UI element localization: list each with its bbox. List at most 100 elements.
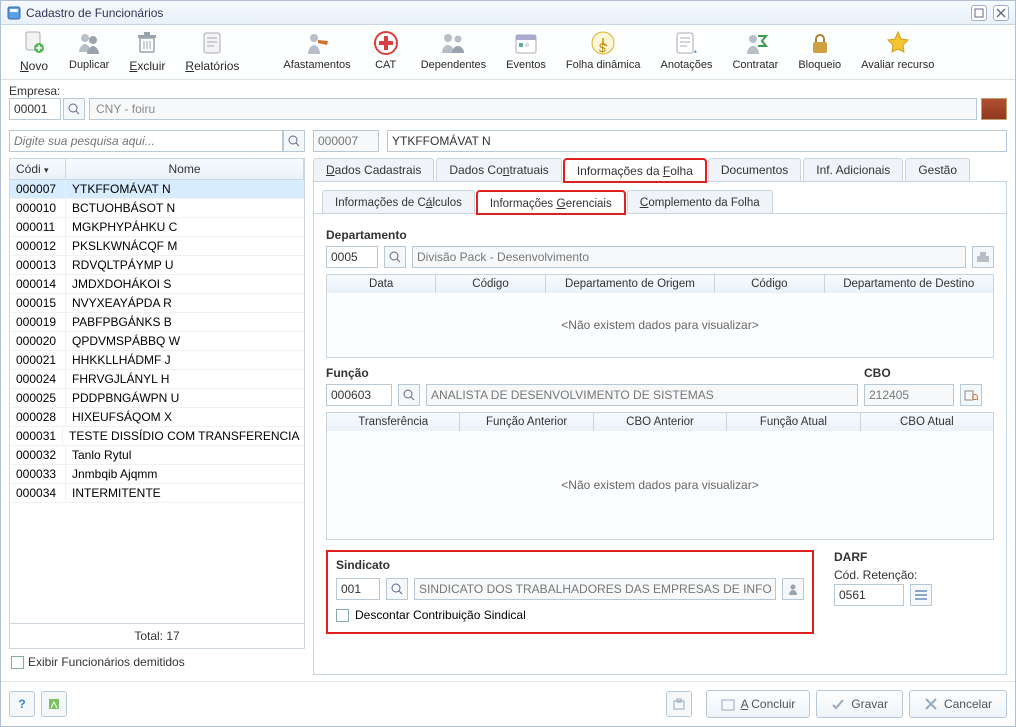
left-pane: Códi ▾ Nome 000007YTKFFOMÁVAT N000010BCT… (9, 130, 305, 675)
grid-body[interactable]: 000007YTKFFOMÁVAT N000010BCTUOHBÁSOT N00… (10, 180, 304, 623)
footer-bar: ? A Concluir Gravar Cancelar (1, 681, 1015, 726)
close-button[interactable] (993, 5, 1009, 21)
main-toolbar: Novo Duplicar Excluir Relatórios Afastam… (1, 25, 1015, 80)
empresa-color-button[interactable] (981, 98, 1007, 120)
empresa-lookup-button[interactable] (63, 98, 85, 120)
fun-col-cboatu: CBO Atual (861, 413, 993, 431)
descontar-label: Descontar Contribuição Sindical (355, 608, 526, 622)
tab-dados-cadastrais[interactable]: Dados Cadastrais (313, 158, 434, 181)
table-row[interactable]: 000024FHRVGJLÁNYL H (10, 370, 304, 389)
funcao-code[interactable] (326, 384, 392, 406)
table-row[interactable]: 000025PDDPBNGÁWPN U (10, 389, 304, 408)
attach-button[interactable] (666, 691, 692, 717)
window-title: Cadastro de Funcionários (26, 6, 965, 20)
table-row[interactable]: 000031TESTE DISSÍDIO COM TRANSFERENCIA (10, 427, 304, 446)
table-row[interactable]: 000011MGKPHYPÁHKU C (10, 218, 304, 237)
table-row[interactable]: 000033Jnmbqib Ajqmm (10, 465, 304, 484)
table-row[interactable]: 000034INTERMITENTE (10, 484, 304, 503)
darf-list-button[interactable] (910, 584, 932, 606)
minimize-button[interactable] (971, 5, 987, 21)
relatorios-button[interactable]: Relatórios (175, 29, 249, 73)
cancelar-button[interactable]: Cancelar (909, 690, 1007, 718)
funcao-group: Função CBO (326, 366, 994, 540)
table-row[interactable]: 000015NVYXEAYÁPDA R (10, 294, 304, 313)
sindicato-title: Sindicato (336, 558, 804, 572)
subtab-calculos[interactable]: Informações de Cálculos (322, 190, 475, 213)
darf-code[interactable] (834, 584, 904, 606)
table-row[interactable]: 000010BCTUOHBÁSOT N (10, 199, 304, 218)
exibir-demitidos-label: Exibir Funcionários demitidos (28, 655, 185, 669)
bloqueio-button[interactable]: Bloqueio (788, 29, 851, 71)
tab-gestao[interactable]: Gestão (905, 158, 970, 181)
tool-button[interactable] (41, 691, 67, 717)
dependentes-button[interactable]: Dependentes (411, 29, 496, 71)
afastamentos-button[interactable]: Afastamentos (273, 29, 360, 71)
duplicar-button[interactable]: Duplicar (59, 29, 119, 71)
sindicato-person-button[interactable] (782, 578, 804, 600)
cbo-extra-button[interactable] (960, 384, 982, 406)
detail-name[interactable] (387, 130, 1007, 152)
anotacoes-button[interactable]: Anotações (650, 29, 722, 71)
fun-col-cboant: CBO Anterior (594, 413, 727, 431)
table-row[interactable]: 000032Tanlo Rytul (10, 446, 304, 465)
darf-title: DARF (834, 550, 994, 564)
sindicato-lookup[interactable] (386, 578, 408, 600)
titlebar: Cadastro de Funcionários (1, 1, 1015, 25)
gravar-button[interactable]: Gravar (816, 690, 903, 718)
tab-dados-contratuais[interactable]: Dados Contratuais (436, 158, 561, 181)
departamento-title: Departamento (326, 228, 994, 242)
folha-dinamica-button[interactable]: $Folha dinâmica (556, 29, 651, 71)
dep-empty: <Não existem dados para visualizar> (327, 293, 993, 357)
excluir-button[interactable]: Excluir (119, 29, 175, 73)
table-row[interactable]: 000028HIXEUFSÁQOM X (10, 408, 304, 427)
funcao-desc (426, 384, 858, 406)
subtab-gerenciais[interactable]: Informações Gerenciais (477, 191, 625, 214)
table-row[interactable]: 000021HHKKLLHÁDMF J (10, 351, 304, 370)
table-row[interactable]: 000013RDVQLTPÁYMP U (10, 256, 304, 275)
departamento-code[interactable] (326, 246, 378, 268)
table-row[interactable]: 000007YTKFFOMÁVAT N (10, 180, 304, 199)
darf-label: Cód. Retenção: (834, 568, 994, 582)
concluir-button[interactable]: A Concluir (706, 690, 811, 718)
empresa-code-input[interactable] (9, 98, 61, 120)
table-row[interactable]: 000012PKSLKWNÁCQF M (10, 237, 304, 256)
main-tabs: Dados Cadastrais Dados Contratuais Infor… (313, 158, 1007, 182)
fun-col-transf: Transferência (327, 413, 460, 431)
departamento-lookup[interactable] (384, 246, 406, 268)
grid-header: Códi ▾ Nome (10, 159, 304, 180)
empresa-name-display: CNY - foiru (89, 98, 977, 120)
eventos-button[interactable]: Eventos (496, 29, 556, 71)
search-button[interactable] (283, 130, 305, 152)
contratar-button[interactable]: Contratar (722, 29, 788, 71)
cat-button[interactable]: CAT (361, 29, 411, 71)
departamento-extra-button[interactable] (972, 246, 994, 268)
right-pane: Dados Cadastrais Dados Contratuais Infor… (313, 130, 1007, 675)
col-nome[interactable]: Nome (66, 159, 304, 179)
darf-group: DARF Cód. Retenção: (834, 550, 994, 634)
exibir-demitidos-checkbox[interactable] (11, 656, 24, 669)
dep-col-cod: Código (436, 275, 545, 293)
tab-inf-adicionais[interactable]: Inf. Adicionais (803, 158, 903, 181)
table-row[interactable]: 000020QPDVMSPÁBBQ W (10, 332, 304, 351)
sindicato-code[interactable] (336, 578, 380, 600)
detail-code (313, 130, 379, 152)
svg-text:$: $ (599, 41, 606, 55)
tab-documentos[interactable]: Documentos (708, 158, 801, 181)
dep-col-dest: Departamento de Destino (825, 275, 994, 293)
search-input[interactable] (9, 130, 283, 152)
descontar-checkbox[interactable] (336, 609, 349, 622)
novo-button[interactable]: Novo (9, 29, 59, 73)
funcao-title: Função (326, 366, 858, 380)
avaliar-recurso-button[interactable]: Avaliar recurso (851, 29, 944, 71)
table-row[interactable]: 000019PABFPBGÁNKS B (10, 313, 304, 332)
empresa-row: Empresa: CNY - foiru (1, 80, 1015, 124)
col-codigo[interactable]: Códi ▾ (10, 159, 66, 179)
funcao-lookup[interactable] (398, 384, 420, 406)
subtab-complemento[interactable]: Complemento da Folha (627, 190, 773, 213)
table-row[interactable]: 000014JMDXDOHÁKOI S (10, 275, 304, 294)
tab-informacoes-folha[interactable]: Informações da Folha (564, 159, 706, 182)
sub-tabs: Informações de Cálculos Informações Gere… (314, 182, 1006, 213)
fun-empty: <Não existem dados para visualizar> (327, 431, 993, 539)
help-button[interactable]: ? (9, 691, 35, 717)
cbo-value (864, 384, 954, 406)
